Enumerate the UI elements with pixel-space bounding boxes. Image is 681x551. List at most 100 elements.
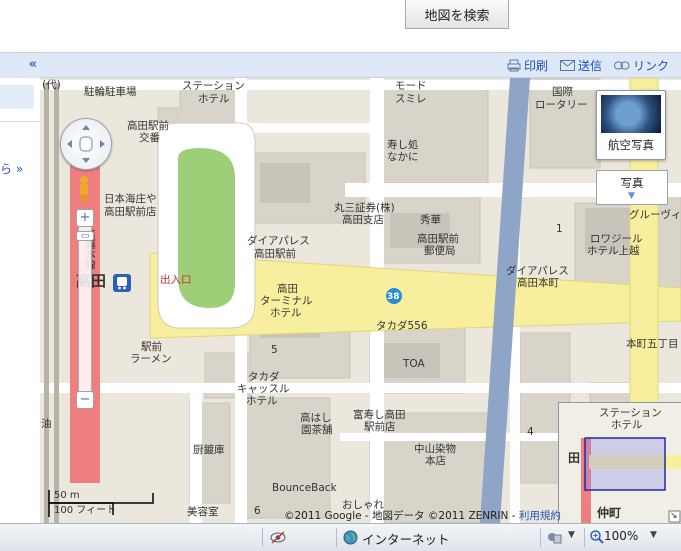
map-label: 高田本町 (517, 277, 559, 289)
route-shield: 38 (387, 292, 400, 302)
chevron-down-icon: ▼ (628, 191, 635, 201)
more-link[interactable]: ら » (0, 160, 23, 177)
map-label: BounceBack (272, 482, 337, 494)
map-label: 丸三証券(株) (334, 202, 395, 214)
send-link[interactable]: 送信 (559, 57, 602, 74)
train-station-icon[interactable] (113, 274, 131, 292)
map-label: ホテル (246, 395, 278, 407)
map-label: 駅前 (141, 341, 162, 353)
chevron-down-icon[interactable]: ▼ (650, 530, 657, 540)
print-icon (507, 59, 521, 71)
map-label: 厨鍍庫 (193, 444, 225, 456)
chevron-down-icon[interactable]: ▼ (568, 530, 575, 540)
mail-icon (559, 59, 575, 71)
map-label: スミレ (395, 93, 427, 105)
copyright-notice: ©2011 Google - 地図データ ©2011 ZENRIN - 利用規約 (284, 508, 561, 523)
copyright-text: ©2011 Google - 地図データ ©2011 ZENRIN - (284, 510, 519, 522)
overview-collapse-icon[interactable]: ↘ (670, 510, 678, 522)
map-label: タカダ (248, 371, 280, 383)
link-label: リンク (632, 58, 669, 73)
zoom-out-button[interactable]: − (76, 391, 94, 409)
map-label: ロータリー (535, 99, 588, 111)
divider (540, 528, 541, 547)
map-label: 高田駅前 (127, 120, 169, 132)
aerial-photo-toggle[interactable]: 航空写真 (596, 90, 666, 160)
overview-map[interactable]: ステーション ホテル 田 仲町 ↘ (558, 402, 681, 523)
map-label: 富寿し高田 (353, 409, 406, 421)
pan-control[interactable] (60, 118, 112, 170)
map-label: なかに (387, 151, 419, 163)
map-label: 高はし (300, 412, 332, 424)
map-label: 寿し処 (387, 139, 419, 151)
search-bar-area: 地図を検索 (0, 0, 681, 53)
left-panel-selected-row[interactable] (0, 85, 34, 109)
map-label: 美容室 (187, 506, 219, 518)
map-label: 交番 (139, 132, 160, 144)
map-canvas[interactable]: 印刷 送信 リンク ステーション ホテル モード スミレ 国際 ロータリー (代… (40, 53, 681, 523)
map-label: 駐輪駐車場 (84, 86, 137, 98)
map-label: ホテル (270, 307, 302, 319)
map-label: 日本海庄や (104, 193, 157, 205)
divider (584, 528, 585, 547)
map-label: ターミナル (260, 295, 313, 307)
map-label: グルーヴィ (629, 209, 681, 221)
zoom-level[interactable]: 100% (604, 529, 638, 543)
map-label: 郵便局 (424, 245, 456, 257)
block-number: 5 (271, 344, 278, 356)
zoom-in-button[interactable]: + (76, 209, 94, 227)
map-label: 中山染物 (414, 443, 456, 455)
zoom-slider-handle[interactable]: ▭ (76, 231, 94, 241)
map-label: タカダ556 (376, 320, 428, 332)
map-label: 国際 (552, 86, 573, 98)
map-label: 高田駅前 (417, 233, 459, 245)
overview-area-label: 仲町 (597, 506, 622, 520)
scale-imperial: 100 フィート (54, 505, 117, 516)
print-label: 印刷 (523, 58, 548, 73)
map-label: ホテル (198, 93, 230, 105)
link-link[interactable]: リンク (613, 57, 669, 74)
security-eye-icon[interactable] (270, 530, 286, 545)
map-label: ロワジール (590, 233, 643, 245)
internet-globe-icon (343, 530, 358, 545)
map-label: TOA (403, 358, 425, 370)
divider (0, 121, 40, 122)
map-label: 出入口 (160, 274, 192, 286)
map-label: (代) (42, 79, 61, 91)
overview-label: ステーション (599, 407, 662, 419)
map-label: 高田駅前 (254, 248, 296, 260)
terms-link[interactable]: 利用規約 (519, 510, 561, 522)
link-toolbar: 印刷 送信 リンク (40, 53, 681, 78)
map-label: 高田 (277, 283, 298, 295)
zoom-slider-track[interactable] (78, 213, 92, 407)
search-map-button[interactable]: 地図を検索 (405, 0, 509, 29)
map-label: ホテル上越 (587, 245, 640, 257)
map-label: モード (395, 80, 427, 92)
photo-label: 写真 (620, 176, 644, 190)
scale-bar: 50 m 100 フィート (48, 489, 158, 519)
map-label: ダイアパレス (506, 265, 569, 277)
collapse-panel-button[interactable]: « (29, 57, 37, 72)
map-label: ダイアパレス (247, 235, 310, 247)
print-link[interactable]: 印刷 (507, 57, 548, 74)
left-panel-header: « (0, 53, 40, 78)
map-label: ラーメン (130, 353, 172, 365)
hand-icon (67, 125, 105, 163)
security-zone-label: インターネット (362, 532, 450, 547)
block-number: 1 (556, 223, 563, 235)
street-view-pegman-icon[interactable] (77, 175, 91, 203)
scale-metric: 50 m (54, 490, 80, 501)
divider (262, 528, 263, 547)
map-label: ステーション (182, 80, 245, 92)
map-label: 本町五丁目 (626, 338, 679, 350)
divider (336, 528, 337, 547)
photo-layer-button[interactable]: 写真 ▼ (596, 170, 668, 205)
send-label: 送信 (577, 58, 602, 73)
chain-link-icon (613, 61, 630, 69)
status-bar: インターネット ▼ 100% ▼ (0, 523, 681, 551)
zoom-magnifier-icon[interactable] (590, 530, 604, 544)
protected-mode-icon[interactable] (546, 530, 562, 545)
left-panel: « ら » (0, 53, 40, 523)
block-number: 4 (527, 426, 534, 438)
map-label: 本店 (425, 455, 446, 467)
overview-station-label: 田 (568, 451, 581, 465)
